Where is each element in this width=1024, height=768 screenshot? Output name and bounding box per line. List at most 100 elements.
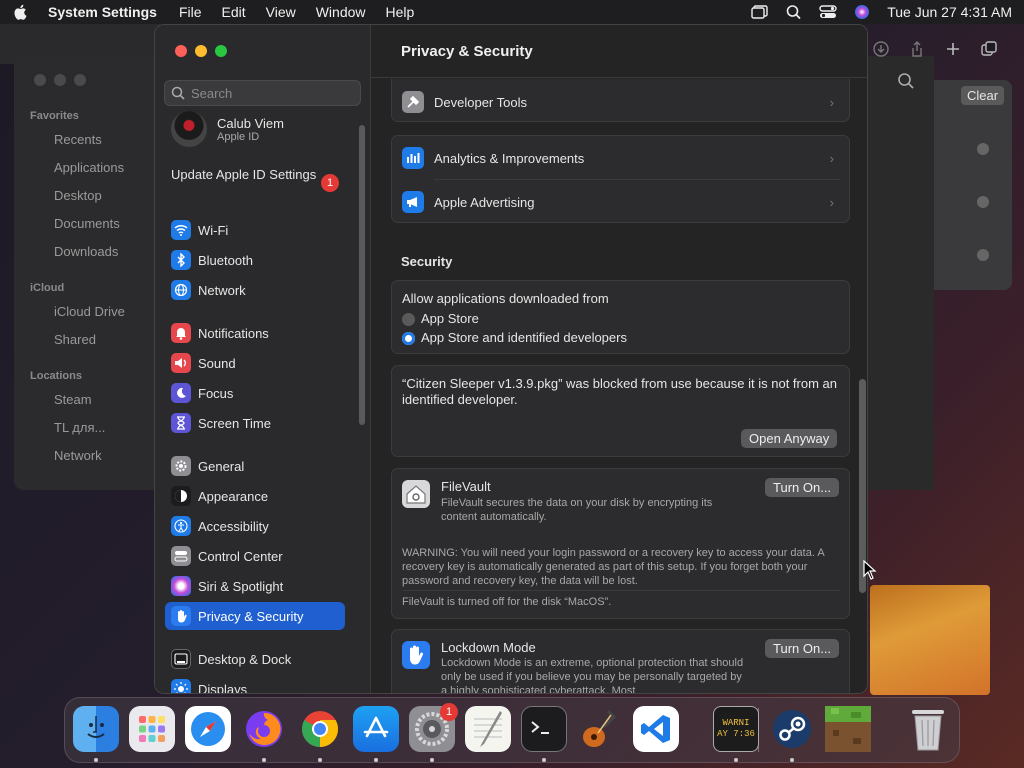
dock-terminal-icon[interactable] [521,706,567,752]
siri-orb-icon [171,576,191,596]
update-badge: 1 [321,174,339,192]
dock-vscode-icon[interactable] [633,706,679,752]
finder-sidebar-tl[interactable]: TL для... [54,420,105,435]
sidebar-scrollbar[interactable] [359,125,365,425]
dock-app-store-icon[interactable] [353,706,399,752]
open-anyway-button[interactable]: Open Anyway [741,429,838,448]
dock-launchpad-icon[interactable] [129,706,175,752]
row-divider [434,179,840,180]
close-window-button[interactable] [175,45,187,57]
dock-textedit-icon[interactable] [465,706,511,752]
sidebar-item-bluetooth[interactable]: Bluetooth [165,246,345,274]
dock-chrome-icon[interactable] [297,706,343,752]
settings-sidebar: Calub Viem Apple ID Update Apple ID Sett… [155,25,371,693]
sidebar-item-notifications[interactable]: Notifications [165,319,345,347]
zoom-window-button[interactable] [215,45,227,57]
filevault-card: FileVault FileVault secures the data on … [391,468,850,619]
share-icon[interactable] [908,40,926,58]
sidebar-item-screen-time[interactable]: Screen Time [165,409,345,437]
apple-menu-icon[interactable] [12,3,30,21]
menu-clock[interactable]: Tue Jun 27 4:31 AM [887,4,1012,20]
developer-tools-card: Developer Tools › [391,79,850,122]
sidebar-item-privacy-security[interactable]: Privacy & Security [165,602,345,630]
spotlight-search-icon[interactable] [785,4,803,20]
sidebar-item-displays[interactable]: Displays [165,675,345,693]
sidebar-item-focus[interactable]: Focus [165,379,345,407]
menu-edit[interactable]: Edit [222,4,246,20]
settings-search-field[interactable] [164,80,361,106]
clear-button[interactable]: Clear [961,86,1005,105]
sidebar-item-wifi[interactable]: Wi-Fi [165,216,345,244]
radio-app-store[interactable]: App Store [402,311,479,327]
sun-icon [171,679,191,693]
menu-view[interactable]: View [266,4,296,20]
sidebar-item-siri-spotlight[interactable]: Siri & Spotlight [165,572,345,600]
sidebar-item-general[interactable]: General [165,452,345,480]
bar-chart-icon [402,147,424,169]
finder-sidebar-documents[interactable]: Documents [54,216,120,231]
menu-window[interactable]: Window [316,4,366,20]
sidebar-item-control-center[interactable]: Control Center [165,542,345,570]
tabs-overview-icon[interactable] [980,40,998,58]
result-magnifier-icon[interactable] [977,249,989,261]
lockdown-title: Lockdown Mode [441,640,536,655]
settings-main-pane: Developer Tools › Analytics & Improvemen… [371,25,867,694]
result-magnifier-icon[interactable] [977,143,989,155]
sidebar-item-label: Focus [198,385,234,401]
finder-sidebar-applications[interactable]: Applications [54,160,124,175]
dock-steam-icon[interactable] [769,706,815,752]
search-input[interactable] [191,85,351,101]
sidebar-item-sound[interactable]: Sound [165,349,345,377]
radio-app-store-identified[interactable]: App Store and identified developers [402,330,627,346]
dock-minecraft-icon[interactable] [825,706,871,752]
lockdown-turn-on-button[interactable]: Turn On... [765,639,840,658]
finder-sidebar-desktop[interactable]: Desktop [54,188,102,203]
dock-trash-icon[interactable] [905,706,951,752]
plus-icon[interactable] [944,40,962,58]
radio-selected[interactable] [402,332,415,346]
finder-sidebar-network[interactable]: Network [54,448,102,463]
dock-finder-icon[interactable] [73,706,119,752]
finder-sidebar-icloud-drive[interactable]: iCloud Drive [54,304,125,319]
dock-running-indicator [318,758,322,762]
dock-firefox-icon[interactable] [241,706,287,752]
filevault-turn-on-button[interactable]: Turn On... [765,478,840,497]
dock-safari-icon[interactable] [185,706,231,752]
finder-sidebar-shared[interactable]: Shared [54,332,96,347]
screen-mirroring-icon[interactable] [751,4,769,20]
result-magnifier-icon[interactable] [977,196,989,208]
finder-sidebar-steam[interactable]: Steam [54,392,92,407]
analytics-improvements-row[interactable]: Analytics & Improvements › [402,144,840,172]
system-settings-window: Calub Viem Apple ID Update Apple ID Sett… [154,24,868,694]
developer-tools-row[interactable]: Developer Tools › [402,88,840,116]
finder-search-icon[interactable] [897,72,915,90]
mouse-cursor-icon [863,560,877,580]
lockdown-description: Lockdown Mode is an extreme, optional pr… [441,657,744,694]
control-center-icon[interactable] [819,4,837,20]
menu-app-name[interactable]: System Settings [48,4,157,20]
download-icon[interactable] [872,40,890,58]
radio-label: App Store and identified developers [421,330,627,345]
apple-advertising-row[interactable]: Apple Advertising › [402,188,840,216]
menu-file[interactable]: File [179,4,202,20]
sidebar-item-accessibility[interactable]: Accessibility [165,512,345,540]
appearance-icon [171,486,191,506]
menu-help[interactable]: Help [386,4,415,20]
apple-id-account[interactable]: Calub Viem Apple ID [171,111,284,147]
siri-icon[interactable] [853,4,871,20]
sidebar-item-appearance[interactable]: Appearance [165,482,345,510]
lockdown-hand-icon [402,641,430,669]
radio-unselected[interactable] [402,313,415,327]
dock-running-indicator [734,758,738,762]
sidebar-item-label: Notifications [198,325,269,341]
minimize-window-button[interactable] [195,45,207,57]
dock-garageband-icon[interactable] [577,706,623,752]
sidebar-item-desktop-dock[interactable]: Desktop & Dock [165,645,345,673]
blocked-app-card: “Citizen Sleeper v1.3.9.pkg” was blocked… [391,365,850,457]
finder-sidebar-downloads[interactable]: Downloads [54,244,118,259]
dock-console-icon[interactable]: WARNI AY 7:36 [713,706,759,752]
sidebar-item-network[interactable]: Network [165,276,345,304]
finder-sidebar-recents[interactable]: Recents [54,132,102,147]
console-text: WARNI AY 7:36 [717,718,755,739]
dock-icon [171,649,191,669]
